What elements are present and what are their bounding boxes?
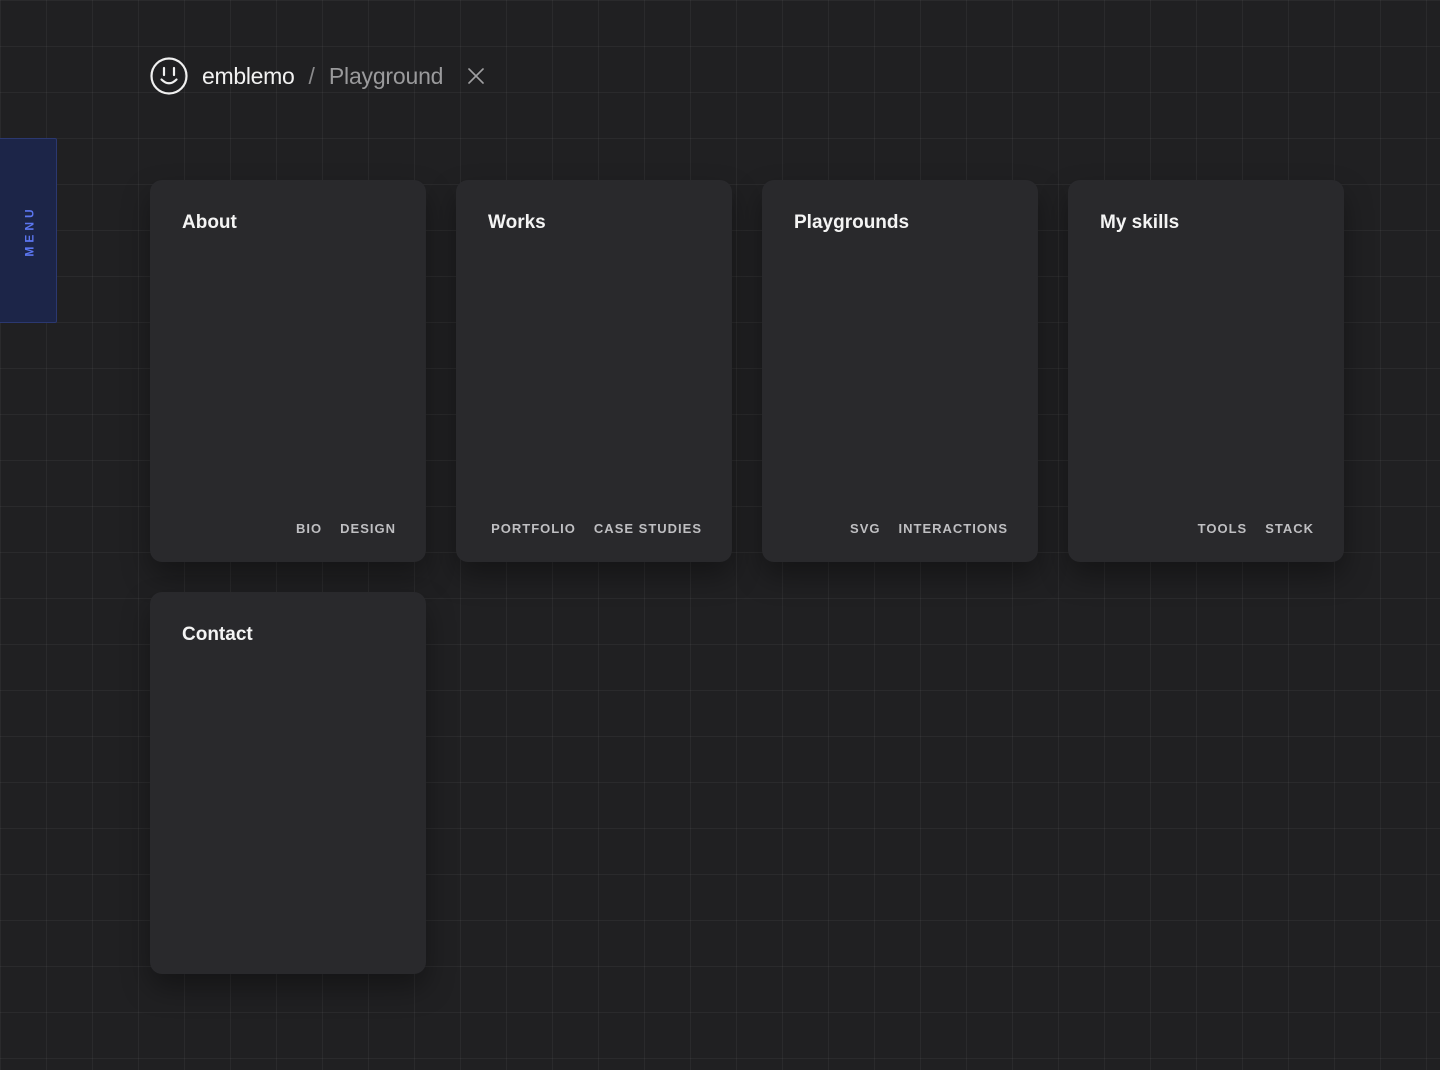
tag-stack[interactable]: STACK <box>1265 521 1314 536</box>
brand-name[interactable]: emblemo <box>202 63 295 90</box>
tag-design[interactable]: DESIGN <box>340 521 396 536</box>
breadcrumb-current-section: Playground <box>328 62 444 89</box>
tag-portfolio[interactable]: PORTFOLIO <box>491 521 576 536</box>
card-title: Playgrounds <box>794 212 910 233</box>
menu-tab[interactable]: MENU <box>0 138 57 323</box>
tag-bio[interactable]: BIO <box>296 521 322 536</box>
card-about[interactable]: About BIO DESIGN <box>150 180 426 562</box>
close-icon[interactable] <box>467 67 485 85</box>
card-tags: TOOLS STACK <box>1198 521 1314 536</box>
tag-case-studies[interactable]: CASE STUDIES <box>594 521 702 536</box>
header: emblemo / Playground <box>150 56 485 96</box>
card-title: About <box>182 212 237 233</box>
card-works[interactable]: Works PORTFOLIO CASE STUDIES <box>456 180 732 562</box>
card-playgrounds[interactable]: Playgrounds SVG INTERACTIONS <box>762 180 1038 562</box>
card-title: Contact <box>182 624 253 645</box>
card-title: My skills <box>1100 212 1180 233</box>
tag-tools[interactable]: TOOLS <box>1198 521 1248 536</box>
card-tags: SVG INTERACTIONS <box>850 521 1008 536</box>
smiley-face-icon[interactable] <box>150 57 188 95</box>
card-contact[interactable]: Contact <box>150 592 426 974</box>
card-tags: BIO DESIGN <box>296 521 396 536</box>
card-tags: PORTFOLIO CASE STUDIES <box>491 521 702 536</box>
menu-tab-label: MENU <box>23 204 37 257</box>
card-my-skills[interactable]: My skills TOOLS STACK <box>1068 180 1344 562</box>
tag-interactions[interactable]: INTERACTIONS <box>899 521 1009 536</box>
card-title: Works <box>488 212 546 233</box>
tag-svg[interactable]: SVG <box>850 521 880 536</box>
breadcrumb-separator: / <box>308 62 315 89</box>
